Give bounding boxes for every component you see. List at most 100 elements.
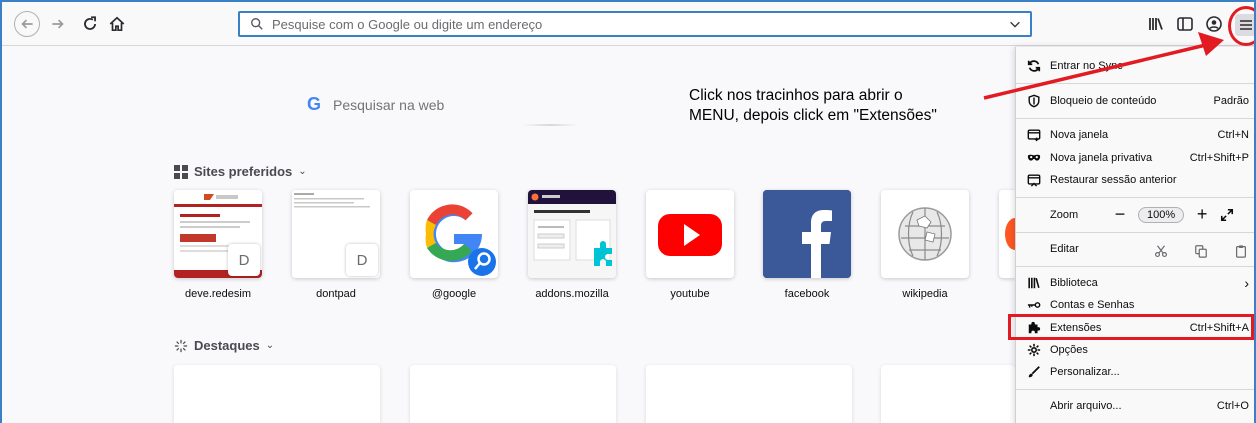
sidebar-icon[interactable] (1175, 14, 1195, 34)
facebook-logo-icon (763, 190, 851, 278)
youtube-logo-icon (658, 214, 722, 256)
fullscreen-icon[interactable] (1220, 208, 1234, 222)
chevron-down-icon: ⌄ (298, 166, 307, 177)
menu-item-logins[interactable]: Contas e Senhas (1016, 294, 1254, 316)
back-button[interactable] (14, 11, 40, 37)
url-bar[interactable] (238, 11, 1032, 37)
highlights-title: Destaques (194, 338, 260, 353)
zoom-reset-button[interactable]: 100% (1138, 206, 1185, 223)
menu-item-open-file[interactable]: Abrir arquivo... Ctrl+O (1016, 395, 1254, 417)
forward-button[interactable] (47, 13, 69, 35)
library-icon[interactable] (1146, 14, 1166, 34)
menu-item-customize[interactable]: Personalizar... (1016, 361, 1254, 383)
menu-item-options[interactable]: Opções (1016, 339, 1254, 361)
menu-item-label: Personalizar... (1050, 366, 1120, 378)
sparkle-icon (174, 339, 188, 352)
menu-item-label: Entrar no Sync (1050, 60, 1123, 72)
account-icon[interactable] (1204, 14, 1224, 34)
site-thumbnail (410, 190, 498, 278)
highlight-card[interactable] (174, 365, 380, 423)
restore-session-icon (1026, 172, 1042, 188)
url-input[interactable] (272, 16, 992, 32)
top-site-tile[interactable]: D deve.redesim (174, 190, 262, 300)
home-button[interactable] (106, 13, 128, 35)
addons-screenshot-icon (528, 190, 616, 278)
web-search-label: Pesquisar na web (333, 96, 445, 113)
menu-item-shortcut: Ctrl+N (1217, 129, 1249, 141)
top-site-tile[interactable]: wikipedia (881, 190, 969, 300)
zoom-out-button[interactable]: − (1112, 204, 1128, 225)
menu-item-label: Restaurar sessão anterior (1050, 174, 1177, 186)
menu-item-value: Padrão (1213, 95, 1249, 107)
top-site-label: facebook (784, 288, 830, 300)
zoom-controls: − 100% + (1112, 204, 1234, 225)
menu-item-content-blocking[interactable]: Bloqueio de conteúdo Padrão (1016, 90, 1254, 112)
menu-item-label: Biblioteca (1050, 277, 1098, 289)
menu-item-library[interactable]: Biblioteca › (1016, 272, 1254, 294)
highlights-header[interactable]: Destaques ⌄ (174, 338, 274, 353)
menu-button-highlight-circle (1228, 6, 1254, 46)
menu-item-shortcut: Ctrl+O (1216, 400, 1249, 412)
search-icon (251, 18, 263, 30)
menu-item-label: Opções (1050, 344, 1088, 356)
app-menu-panel: Entrar no Sync Bloqueio de conteúdo Padr… (1015, 47, 1254, 423)
top-site-tile[interactable]: addons.mozilla (528, 190, 616, 300)
chevron-down-icon[interactable] (1008, 17, 1022, 31)
menu-item-private-window[interactable]: Nova janela privativa Ctrl+Shift+P (1016, 147, 1254, 169)
menu-item-partial[interactable] (1016, 419, 1254, 423)
menu-item-label: Abrir arquivo... (1050, 400, 1122, 412)
copy-icon[interactable] (1194, 244, 1208, 258)
menu-item-sync[interactable]: Entrar no Sync (1016, 55, 1254, 77)
site-letter-badge: D (346, 244, 378, 276)
top-site-label: wikipedia (902, 288, 948, 300)
highlight-card[interactable] (410, 365, 616, 423)
top-site-label: youtube (670, 288, 710, 300)
top-site-label: addons.mozilla (535, 288, 609, 300)
highlight-card[interactable] (881, 365, 1015, 423)
cut-icon[interactable] (1154, 244, 1168, 258)
top-sites-grid-icon (174, 164, 188, 179)
menu-item-shortcut: Ctrl+Shift+P (1189, 152, 1249, 164)
top-site-tile[interactable]: @google (410, 190, 498, 300)
navigation-toolbar (2, 2, 1254, 46)
menu-separator (1016, 197, 1254, 198)
top-site-tile-partial[interactable] (999, 190, 1015, 278)
site-thumbnail (646, 190, 734, 278)
submenu-arrow-icon: › (1244, 275, 1249, 291)
zoom-in-button[interactable]: + (1194, 204, 1210, 225)
reload-button[interactable] (79, 13, 101, 35)
menu-item-restore-session[interactable]: Restaurar sessão anterior (1016, 169, 1254, 191)
key-icon (1026, 297, 1042, 313)
site-thumbnail (528, 190, 616, 278)
paste-icon[interactable] (1234, 244, 1248, 258)
top-site-tile[interactable]: youtube (646, 190, 734, 300)
menu-item-new-window[interactable]: Nova janela Ctrl+N (1016, 124, 1254, 146)
top-site-tile[interactable]: D dontpad (292, 190, 380, 300)
google-logo-icon: G (307, 94, 322, 114)
site-thumbnail (881, 190, 969, 278)
new-window-icon (1026, 127, 1042, 143)
top-sites-header[interactable]: Sites preferidos ⌄ (174, 164, 307, 179)
browser-window: G Pesquisar na web Sites preferidos ⌄ (0, 0, 1256, 423)
menu-separator (1016, 389, 1254, 390)
top-site-label: @google (431, 288, 477, 300)
wikipedia-globe-icon (898, 207, 952, 261)
google-logo-icon (425, 204, 496, 276)
chevron-down-icon: ⌄ (265, 340, 275, 351)
private-mask-icon (1026, 150, 1042, 166)
highlight-card[interactable] (646, 365, 852, 423)
web-search-box[interactable]: G Pesquisar na web (307, 94, 444, 115)
search-underline (522, 124, 578, 126)
addons-highlight-box (1008, 314, 1254, 340)
top-site-label: deve.redesim (184, 288, 252, 300)
menu-item-label: Nova janela privativa (1050, 152, 1153, 164)
top-sites-title: Sites preferidos (194, 164, 293, 179)
edit-controls (1154, 244, 1248, 258)
top-site-tile[interactable]: facebook (763, 190, 851, 300)
library-icon (1026, 275, 1042, 291)
menu-separator (1016, 266, 1254, 267)
menu-separator (1016, 118, 1254, 119)
reload-icon (84, 16, 96, 30)
site-thumbnail: D (292, 190, 380, 278)
shield-icon (1026, 93, 1042, 109)
